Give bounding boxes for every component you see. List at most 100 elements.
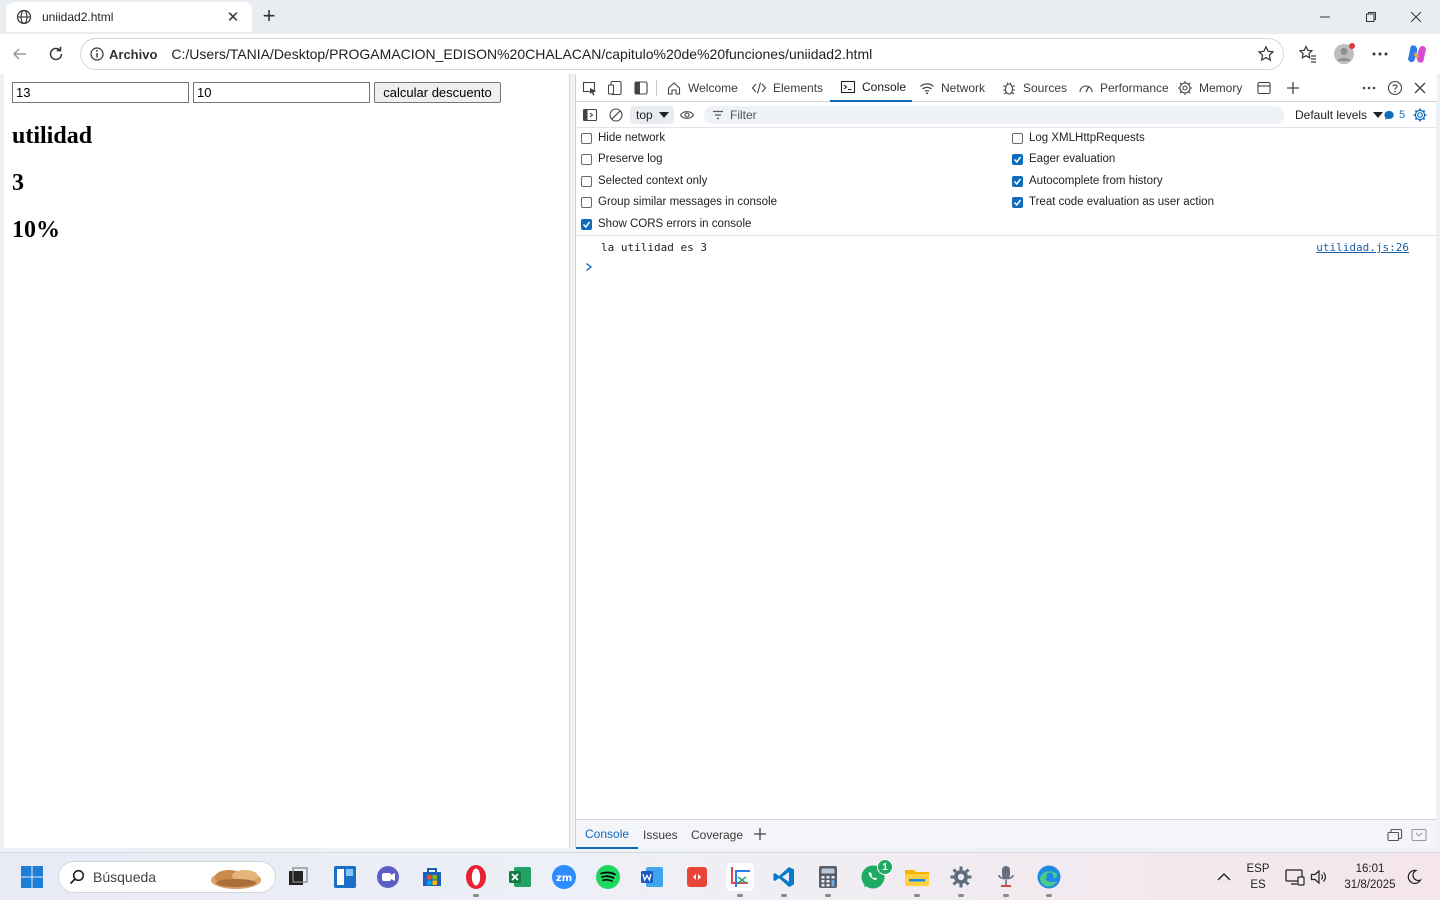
option-treat-code-evaluation[interactable]: Treat code evaluation as user action [1012,194,1214,210]
file-explorer-icon[interactable] [903,863,931,897]
tab-network[interactable]: Network [919,74,985,102]
option-group-similar[interactable]: Group similar messages in console [581,194,777,210]
option-log-xmlhttprequests[interactable]: Log XMLHttpRequests [1012,130,1145,146]
opera-browser-icon[interactable] [462,863,490,897]
calculate-discount-button[interactable]: calcular descuento [374,82,501,103]
favorites-icon[interactable] [1297,43,1319,65]
show-sidebar-icon[interactable] [581,106,599,124]
checkbox-checked[interactable] [1012,175,1023,187]
close-drawer-icon[interactable] [1410,826,1428,844]
excel-icon[interactable] [506,863,534,891]
option-show-cors-errors[interactable]: Show CORS errors in console [581,216,751,232]
tab-welcome[interactable]: Welcome [666,74,738,102]
checkbox-checked[interactable] [581,218,592,230]
message-bubble-icon [1384,110,1394,120]
restore-icon[interactable] [1359,6,1383,28]
devtools-more-icon[interactable] [1360,79,1378,97]
clear-console-icon[interactable] [607,106,625,124]
system-clock[interactable]: 16:01 31/8/2025 [1338,853,1402,900]
console-filter-input[interactable]: Filter [704,106,1284,124]
option-autocomplete-history[interactable]: Autocomplete from history [1012,173,1163,189]
microsoft-store-icon[interactable] [418,863,446,891]
page-viewport: calcular descuento utilidad 3 10% [4,74,570,848]
tab-memory[interactable]: Memory [1177,74,1242,102]
info-icon[interactable] [89,46,105,62]
console-settings-gear-icon[interactable] [1411,106,1429,124]
console-message: la utilidad es 3 [601,241,707,254]
option-selected-context-only[interactable]: Selected context only [581,173,707,189]
device-emulation-icon[interactable] [606,79,624,97]
tab-performance[interactable]: Performance [1078,74,1169,102]
console-prompt-chevron-icon[interactable] [585,260,597,274]
widgets-icon[interactable] [331,863,359,891]
do-not-disturb-moon-icon[interactable] [1400,863,1428,891]
second-number-input[interactable] [193,82,370,103]
first-number-input[interactable] [12,82,189,103]
message-count-badge[interactable]: 5 [1384,106,1405,124]
volume-speaker-icon[interactable] [1305,863,1333,891]
live-expression-eye-icon[interactable] [678,106,696,124]
url-text[interactable]: C:/Users/TANIA/Desktop/PROGAMACION_EDISO… [171,46,1257,62]
option-hide-network[interactable]: Hide network [581,130,665,146]
option-preserve-log[interactable]: Preserve log [581,151,663,167]
checkbox-checked[interactable] [1012,153,1023,165]
checkbox[interactable] [1012,132,1023,144]
whatsapp-icon[interactable]: 1 [859,859,893,891]
new-tab-icon[interactable]: + [258,3,280,28]
address-bar[interactable]: Archivo C:/Users/TANIA/Desktop/PROGAMACI… [80,38,1284,70]
toolbar-divider [656,80,657,96]
edge-browser-icon[interactable] [1035,863,1063,897]
minimize-icon[interactable] [1313,6,1337,28]
console-source-link[interactable]: utilidad.js:26 [1316,241,1409,254]
add-tab-icon[interactable] [1284,79,1302,97]
checkbox-checked[interactable] [1012,196,1023,208]
more-options-icon[interactable] [1369,43,1391,65]
tab-close-icon[interactable]: ✕ [224,8,242,26]
close-window-icon[interactable] [1404,6,1428,28]
input-language-indicator[interactable]: ESP ES [1244,853,1272,900]
reload-icon[interactable] [44,42,68,66]
checkbox[interactable] [581,175,592,187]
option-eager-evaluation[interactable]: Eager evaluation [1012,151,1115,167]
task-view-icon[interactable] [284,863,312,891]
copilot-icon[interactable] [1406,43,1428,65]
percent-value: 10% [12,217,60,243]
browser-tab[interactable]: uniidad2.html ✕ [6,2,252,32]
spotify-icon[interactable] [594,863,622,891]
tab-elements[interactable]: Elements [751,74,823,102]
settings-gear-icon[interactable] [947,863,975,897]
snipping-tool-icon[interactable] [726,863,754,897]
favorite-star-icon[interactable] [1257,45,1275,63]
word-icon[interactable] [638,863,666,891]
zoom-icon[interactable]: zm [550,863,578,891]
voice-recorder-icon[interactable] [992,863,1020,897]
taskbar-search-box[interactable]: Búsqueda [58,861,276,893]
dock-sidebar-icon[interactable] [632,79,650,97]
drawer-tab-coverage[interactable]: Coverage [691,820,743,849]
git-tool-icon[interactable] [683,863,711,891]
bug-icon [1003,82,1015,95]
help-icon[interactable] [1386,79,1404,97]
teams-chat-icon[interactable] [374,863,402,891]
tab-console[interactable]: Console [830,74,912,102]
inspect-element-icon[interactable] [581,79,599,97]
vscode-icon[interactable] [770,863,798,897]
drawer-tab-console[interactable]: Console [576,820,639,849]
drawer-tab-issues[interactable]: Issues [643,820,678,849]
checkbox[interactable] [581,196,592,208]
calculator-icon[interactable] [814,863,842,897]
more-tools-icon[interactable] [1255,79,1273,97]
close-devtools-icon[interactable] [1411,79,1429,97]
context-selector[interactable]: top [630,106,674,124]
undock-drawer-icon[interactable] [1386,826,1404,844]
code-icon [751,82,767,94]
tab-sources[interactable]: Sources [1001,74,1067,102]
drawer-add-tab-icon[interactable] [751,825,769,843]
profile-avatar-icon[interactable] [1333,43,1355,65]
checkbox[interactable] [581,132,592,144]
log-levels-dropdown[interactable]: Default levels [1295,106,1384,124]
windows-start-icon[interactable] [18,863,46,891]
back-icon[interactable] [8,42,32,66]
show-hidden-icons-chevron[interactable] [1210,863,1238,891]
checkbox[interactable] [581,153,592,165]
